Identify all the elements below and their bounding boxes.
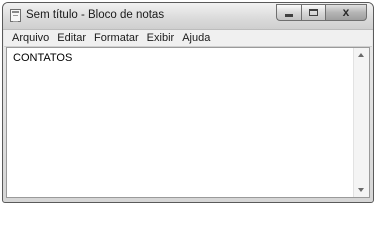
notepad-window: Sem título - Bloco de notas x Arquivo Ed…: [2, 2, 374, 203]
close-icon: x: [342, 5, 350, 19]
minimize-icon: [285, 14, 293, 17]
text-editor-area[interactable]: CONTATOS: [6, 47, 370, 198]
title-bar[interactable]: Sem título - Bloco de notas x: [3, 3, 373, 30]
maximize-button[interactable]: [301, 4, 325, 21]
menu-bar: Arquivo Editar Formatar Exibir Ajuda: [4, 30, 372, 47]
menu-editar[interactable]: Editar: [53, 30, 90, 46]
minimize-button[interactable]: [276, 4, 301, 21]
editor-content[interactable]: CONTATOS: [13, 52, 349, 64]
notepad-icon[interactable]: [10, 9, 21, 22]
menu-exibir[interactable]: Exibir: [143, 30, 179, 46]
close-button[interactable]: x: [325, 4, 367, 21]
scroll-up-arrow-icon[interactable]: [358, 53, 364, 57]
caption-buttons: x: [276, 4, 367, 21]
vertical-scrollbar[interactable]: [353, 48, 369, 197]
scroll-down-arrow-icon[interactable]: [358, 188, 364, 192]
window-title: Sem título - Bloco de notas: [26, 9, 165, 21]
menu-arquivo[interactable]: Arquivo: [4, 30, 53, 46]
maximize-icon: [309, 9, 318, 16]
menu-ajuda[interactable]: Ajuda: [178, 30, 214, 46]
menu-formatar[interactable]: Formatar: [90, 30, 143, 46]
